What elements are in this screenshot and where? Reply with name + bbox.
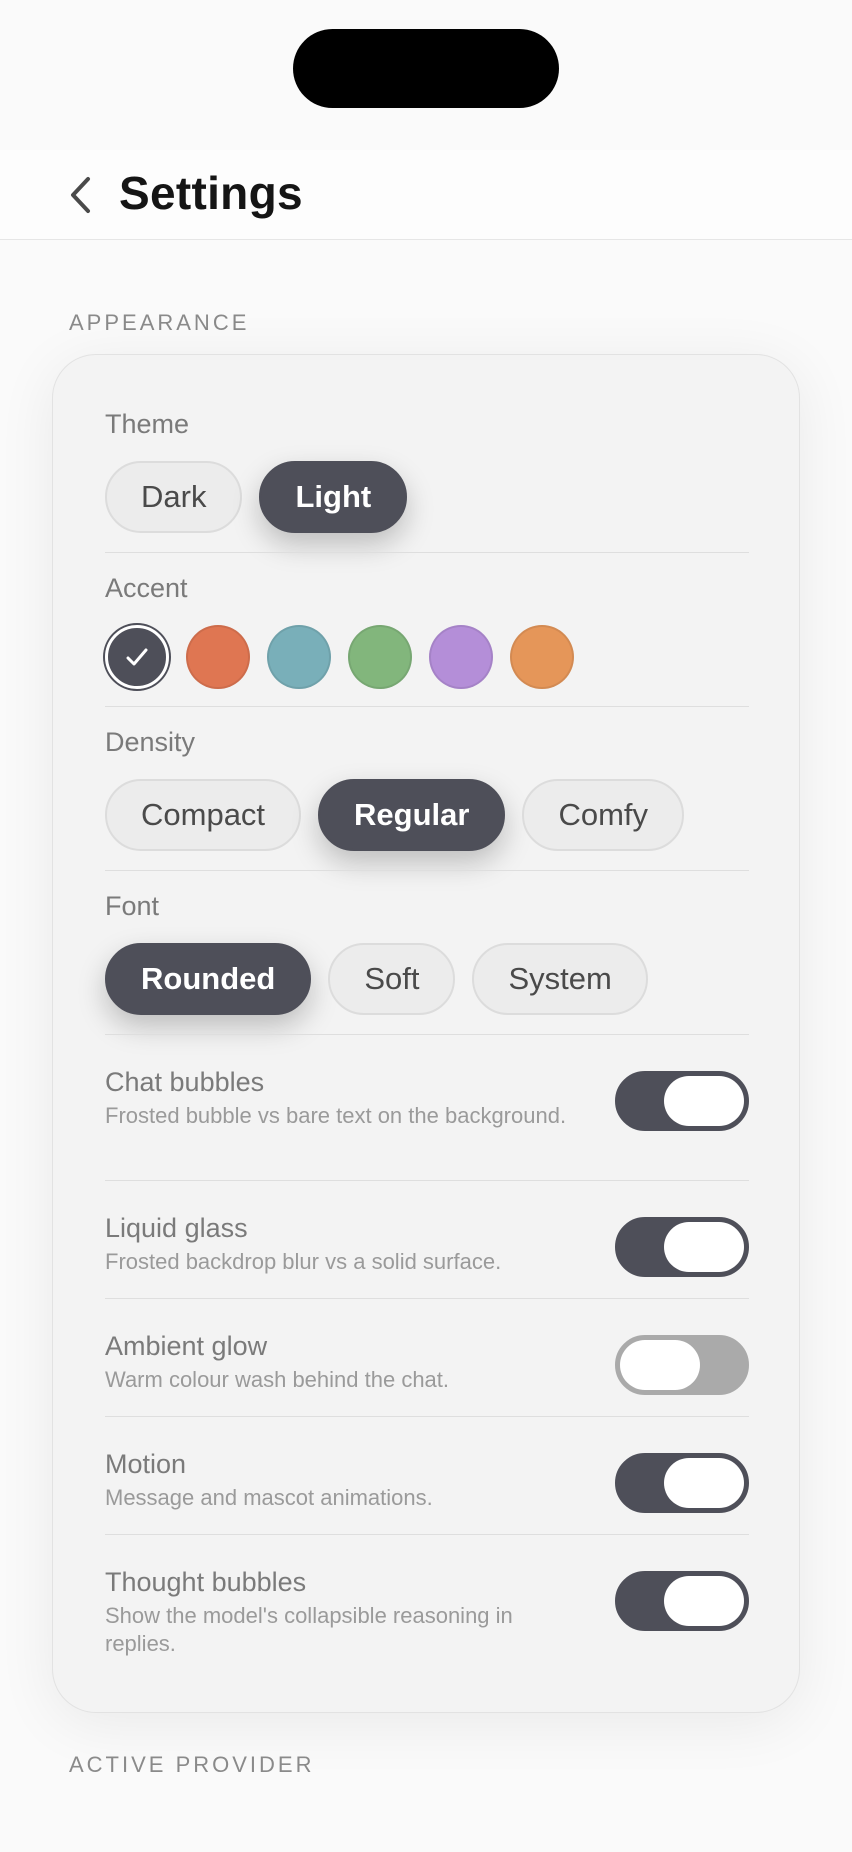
appearance-card: Theme Dark Light Accent Density Compact … — [52, 354, 800, 1713]
font-option-system[interactable]: System — [472, 943, 648, 1015]
setting-thought-bubbles: Thought bubbles Show the model's collaps… — [105, 1566, 749, 1658]
toggle-knob — [664, 1222, 744, 1272]
page-title: Settings — [119, 167, 303, 219]
divider — [105, 1034, 749, 1035]
liquid-glass-toggle[interactable] — [615, 1217, 749, 1277]
divider — [105, 552, 749, 553]
font-options: Rounded Soft System — [105, 943, 648, 1015]
toggle-knob — [620, 1340, 700, 1390]
thought-bubbles-toggle[interactable] — [615, 1571, 749, 1631]
accent-swatch[interactable] — [267, 625, 331, 689]
font-label: Font — [105, 891, 160, 921]
ambient-glow-toggle[interactable] — [615, 1335, 749, 1395]
font-option-soft[interactable]: Soft — [328, 943, 456, 1015]
accent-swatch[interactable] — [186, 625, 250, 689]
section-label-appearance: APPEARANCE — [69, 310, 250, 335]
setting-chat-bubbles: Chat bubbles Frosted bubble vs bare text… — [105, 1066, 749, 1131]
dynamic-island — [293, 29, 559, 108]
chat-bubbles-toggle[interactable] — [615, 1071, 749, 1131]
divider — [105, 1534, 749, 1535]
divider — [105, 706, 749, 707]
chevron-left-icon — [71, 177, 90, 213]
checkmark-icon — [126, 648, 148, 666]
setting-description: Show the model's collapsible reasoning i… — [105, 1603, 513, 1656]
toggle-knob — [664, 1576, 744, 1626]
setting-description: Frosted backdrop blur vs a solid surface… — [105, 1249, 502, 1274]
density-option-comfy[interactable]: Comfy — [522, 779, 685, 851]
accent-label: Accent — [105, 573, 188, 603]
divider — [105, 1416, 749, 1417]
accent-swatch[interactable] — [348, 625, 412, 689]
toggle-knob — [664, 1076, 744, 1126]
theme-label: Theme — [105, 409, 190, 439]
theme-option-light[interactable]: Light — [259, 461, 408, 533]
divider — [105, 870, 749, 871]
setting-motion: Motion Message and mascot animations. — [105, 1448, 749, 1513]
accent-swatches — [105, 625, 574, 689]
density-option-regular[interactable]: Regular — [318, 779, 506, 851]
density-option-compact[interactable]: Compact — [105, 779, 302, 851]
divider — [105, 1180, 749, 1181]
header-bar: Settings — [0, 150, 852, 240]
toggle-knob — [664, 1458, 744, 1508]
setting-description: Message and mascot animations. — [105, 1485, 433, 1510]
font-option-rounded[interactable]: Rounded — [105, 943, 312, 1015]
density-options: Compact Regular Comfy — [105, 779, 685, 851]
theme-options: Dark Light — [105, 461, 408, 533]
setting-ambient-glow: Ambient glow Warm colour wash behind the… — [105, 1330, 749, 1395]
accent-swatch[interactable] — [510, 625, 574, 689]
section-label-active-provider: ACTIVE PROVIDER — [69, 1752, 315, 1777]
setting-description: Frosted bubble vs bare text on the backg… — [105, 1103, 567, 1128]
accent-swatch[interactable] — [429, 625, 493, 689]
theme-option-dark[interactable]: Dark — [105, 461, 243, 533]
motion-toggle[interactable] — [615, 1453, 749, 1513]
accent-swatch[interactable] — [105, 625, 169, 689]
divider — [105, 1298, 749, 1299]
setting-description: Warm colour wash behind the chat. — [105, 1367, 450, 1392]
back-button[interactable] — [62, 173, 98, 217]
setting-liquid-glass: Liquid glass Frosted backdrop blur vs a … — [105, 1212, 749, 1277]
density-label: Density — [105, 727, 196, 757]
